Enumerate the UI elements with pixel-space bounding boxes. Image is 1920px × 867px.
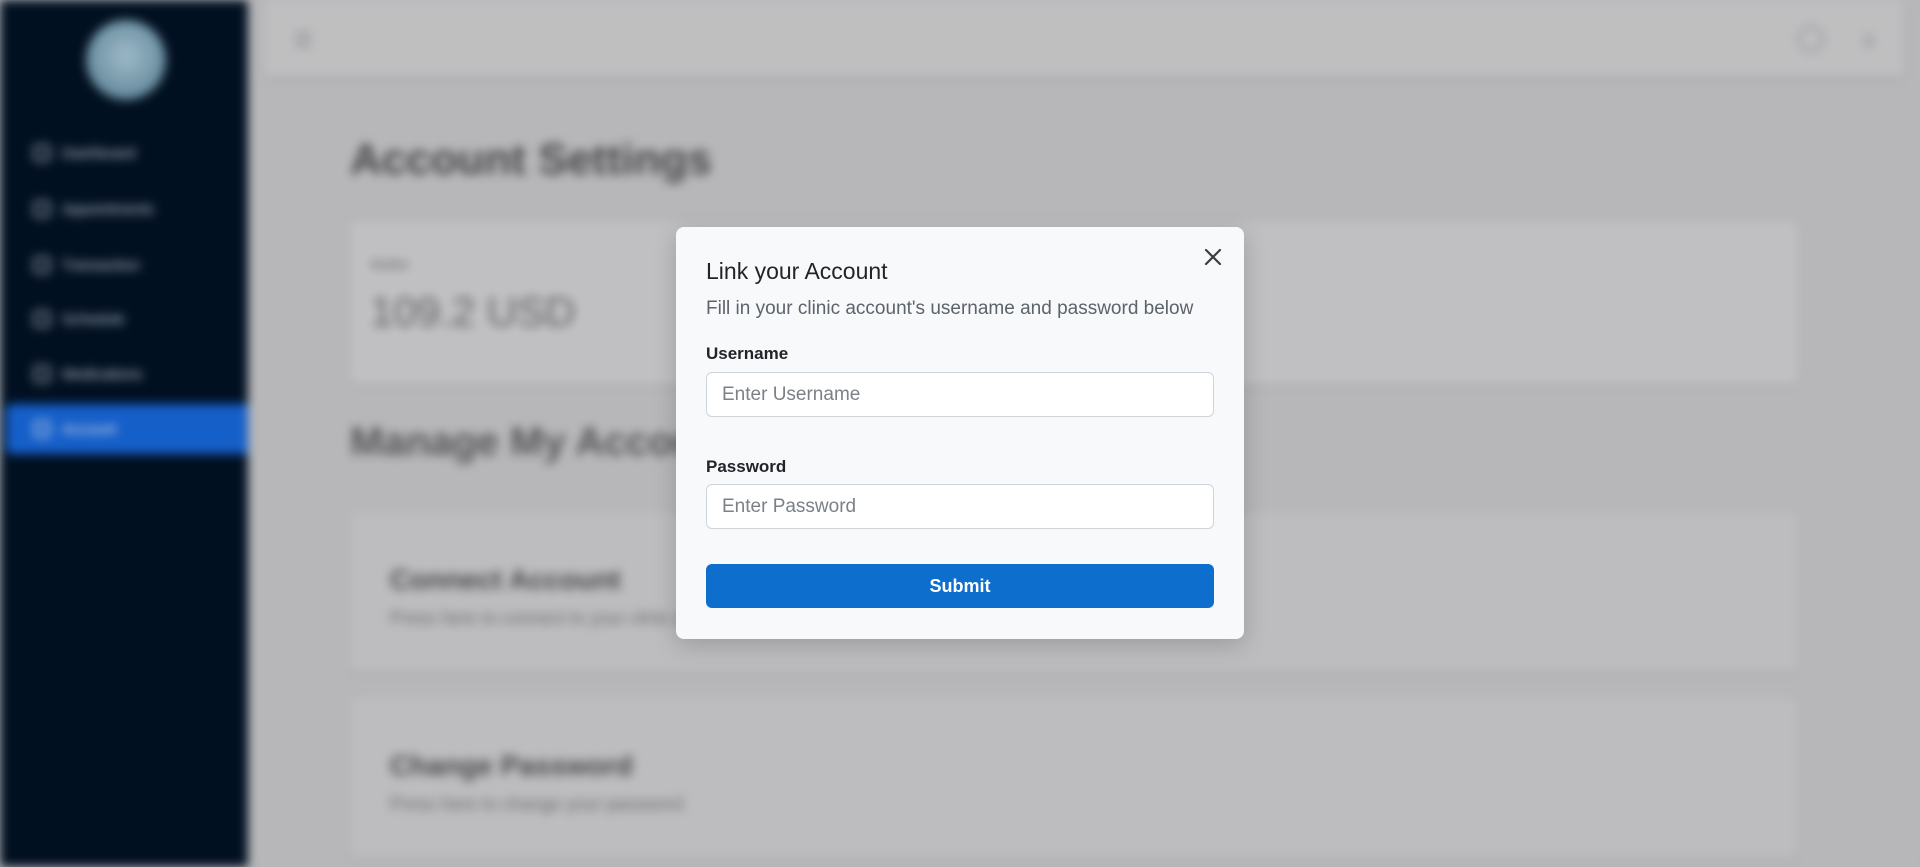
modal-title: Link your Account — [706, 258, 888, 284]
submit-button[interactable]: Submit — [706, 564, 1214, 608]
modal-subtitle: Fill in your clinic account's username a… — [706, 298, 1194, 319]
close-button[interactable] — [1200, 244, 1226, 270]
username-input[interactable] — [706, 372, 1214, 417]
password-label: Password — [706, 457, 787, 476]
link-account-modal: Link your Account Fill in your clinic ac… — [676, 227, 1244, 639]
username-label: Username — [706, 344, 789, 363]
password-input[interactable] — [706, 484, 1214, 529]
close-icon — [1204, 248, 1222, 266]
